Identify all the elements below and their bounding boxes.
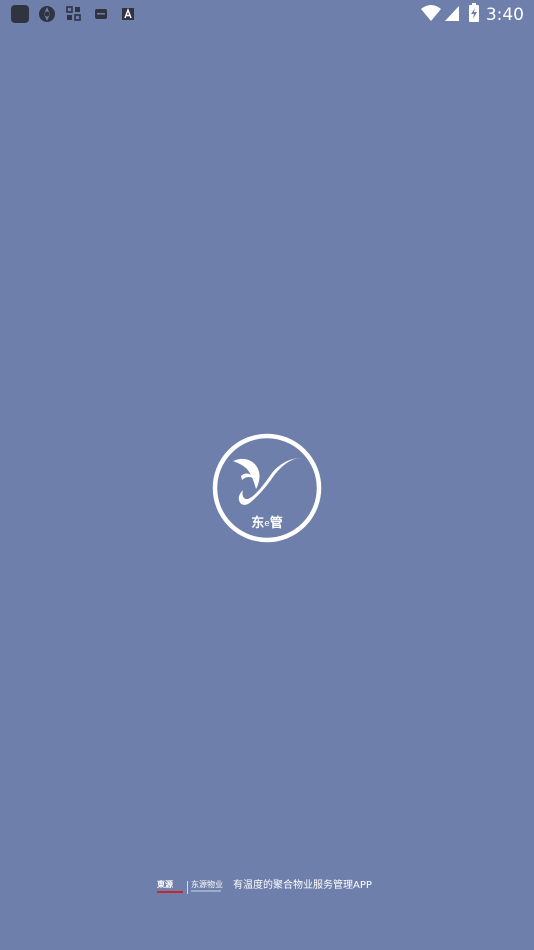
wifi-icon: [420, 4, 442, 26]
app-square-icon: [10, 4, 30, 24]
brand-primary-underline: [157, 891, 183, 893]
brand-primary-text: 東源: [157, 880, 173, 889]
status-bar-system: 3:40: [420, 3, 524, 27]
text-a-icon: [118, 4, 138, 24]
logo-char-dong: 东: [251, 516, 265, 531]
app-logo: 东e管: [211, 432, 323, 544]
brand-secondary-subline: [191, 890, 221, 892]
cellular-signal-icon: [444, 4, 460, 26]
brand-logo-dongyuan: 東源: [157, 880, 183, 894]
battery-charging-icon: [468, 3, 480, 27]
status-bar-notifications: [10, 4, 145, 24]
logo-wordmark: 东e管: [211, 512, 323, 531]
grid-apps-icon: [64, 4, 84, 24]
brand-divider: [187, 881, 188, 894]
status-bar: 3:40: [0, 0, 534, 28]
message-icon: [91, 4, 111, 24]
footer-branding: 東源 东源物业 有温度的聚合物业服务管理APP: [0, 878, 534, 898]
aperture-icon: [37, 4, 57, 24]
clock: 3:40: [485, 5, 524, 25]
logo-char-guan: 管: [269, 516, 283, 531]
app-slogan: 有温度的聚合物业服务管理APP: [233, 880, 372, 891]
brand-secondary-text: 东源物业: [191, 880, 223, 889]
